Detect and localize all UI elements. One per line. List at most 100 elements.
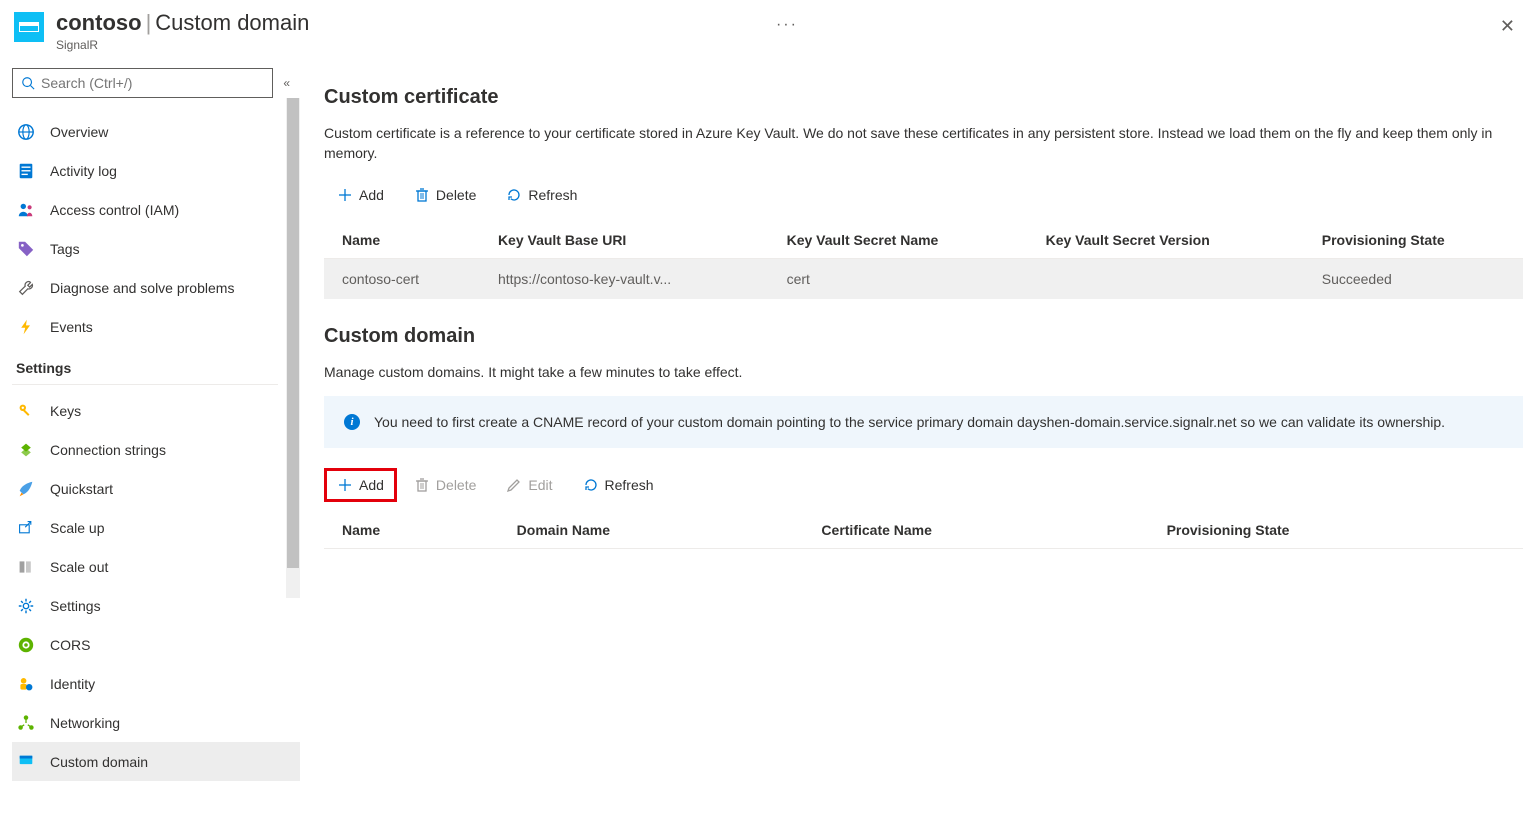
col-domain[interactable]: Domain Name xyxy=(499,512,804,549)
domain-icon xyxy=(16,752,36,772)
nav-label: Diagnose and solve problems xyxy=(50,280,234,296)
scale-up-icon xyxy=(16,518,36,538)
search-input[interactable] xyxy=(41,75,264,91)
domain-edit-button: Edit xyxy=(493,468,565,502)
cert-add-button[interactable]: Add xyxy=(324,178,397,212)
search-box[interactable] xyxy=(12,68,273,98)
nav-section-settings: Settings xyxy=(12,346,278,385)
btn-label: Refresh xyxy=(605,477,654,493)
identity-icon xyxy=(16,674,36,694)
nav-label: Scale out xyxy=(50,559,108,575)
nav-custom-domain[interactable]: Custom domain xyxy=(12,742,300,781)
more-button[interactable]: ··· xyxy=(776,16,798,34)
search-icon xyxy=(21,76,35,90)
nav-scale-out[interactable]: Scale out xyxy=(12,547,300,586)
gear-icon xyxy=(16,596,36,616)
nav-label: Settings xyxy=(50,598,101,614)
network-icon xyxy=(16,713,36,733)
resource-name: contoso xyxy=(56,10,142,35)
nav-networking[interactable]: Networking xyxy=(12,703,300,742)
nav-cors[interactable]: CORS xyxy=(12,625,300,664)
nav-keys[interactable]: Keys xyxy=(12,391,300,430)
scale-out-icon xyxy=(16,557,36,577)
nav-overview[interactable]: Overview xyxy=(12,112,300,151)
trash-icon xyxy=(414,477,430,493)
col-uri[interactable]: Key Vault Base URI xyxy=(480,222,769,259)
people-icon xyxy=(16,200,36,220)
key-icon xyxy=(16,401,36,421)
plus-icon xyxy=(337,477,353,493)
nav-scale-up[interactable]: Scale up xyxy=(12,508,300,547)
info-banner: i You need to first create a CNAME recor… xyxy=(324,396,1523,448)
nav-label: CORS xyxy=(50,637,90,653)
col-cert[interactable]: Certificate Name xyxy=(803,512,1148,549)
cell-version xyxy=(1028,258,1304,299)
col-state[interactable]: Provisioning State xyxy=(1304,222,1523,259)
nav-activity-log[interactable]: Activity log xyxy=(12,151,300,190)
domain-section: Custom domain Manage custom domains. It … xyxy=(324,325,1523,550)
cell-secret: cert xyxy=(769,258,1028,299)
col-state[interactable]: Provisioning State xyxy=(1149,512,1523,549)
page-subtitle: Custom domain xyxy=(155,10,309,35)
nav-events[interactable]: Events xyxy=(12,307,300,346)
certificate-section: Custom certificate Custom certificate is… xyxy=(324,86,1523,299)
page-header: contoso|Custom domain SignalR ··· ✕ xyxy=(0,0,1539,58)
globe-icon xyxy=(16,122,36,142)
nav-label: Access control (IAM) xyxy=(50,202,179,218)
nav-label: Quickstart xyxy=(50,481,113,497)
nav-label: Identity xyxy=(50,676,95,692)
main-content: Custom certificate Custom certificate is… xyxy=(300,58,1539,816)
cell-name: contoso-cert xyxy=(324,258,480,299)
connection-icon xyxy=(16,440,36,460)
domain-add-button[interactable]: Add xyxy=(324,468,397,502)
domain-toolbar: Add Delete Edit Refresh xyxy=(324,468,1523,502)
log-icon xyxy=(16,161,36,181)
nav-settings[interactable]: Settings xyxy=(12,586,300,625)
sidebar: « Overview Activity log Access control (… xyxy=(0,58,300,816)
plus-icon xyxy=(337,187,353,203)
info-icon: i xyxy=(344,414,360,430)
collapse-sidebar-button[interactable]: « xyxy=(283,76,290,90)
cert-delete-button[interactable]: Delete xyxy=(401,178,489,212)
page-title: contoso|Custom domain xyxy=(56,10,748,36)
pencil-icon xyxy=(506,477,522,493)
sidebar-scrollbar[interactable] xyxy=(286,98,300,598)
domain-delete-button: Delete xyxy=(401,468,489,502)
wrench-icon xyxy=(16,278,36,298)
domain-section-desc: Manage custom domains. It might take a f… xyxy=(324,362,1523,382)
tag-icon xyxy=(16,239,36,259)
nav-list: Overview Activity log Access control (IA… xyxy=(12,112,300,781)
nav-access-control[interactable]: Access control (IAM) xyxy=(12,190,300,229)
domain-section-title: Custom domain xyxy=(324,325,1523,348)
col-name[interactable]: Name xyxy=(324,512,499,549)
nav-label: Custom domain xyxy=(50,754,148,770)
service-type: SignalR xyxy=(56,38,748,52)
col-secret[interactable]: Key Vault Secret Name xyxy=(769,222,1028,259)
cert-table: Name Key Vault Base URI Key Vault Secret… xyxy=(324,222,1523,299)
cors-icon xyxy=(16,635,36,655)
refresh-icon xyxy=(506,187,522,203)
nav-label: Scale up xyxy=(50,520,104,536)
nav-identity[interactable]: Identity xyxy=(12,664,300,703)
refresh-icon xyxy=(583,477,599,493)
btn-label: Delete xyxy=(436,477,476,493)
nav-label: Overview xyxy=(50,124,108,140)
domain-refresh-button[interactable]: Refresh xyxy=(570,468,667,502)
table-row[interactable]: contoso-cert https://contoso-key-vault.v… xyxy=(324,258,1523,299)
nav-label: Events xyxy=(50,319,93,335)
col-version[interactable]: Key Vault Secret Version xyxy=(1028,222,1304,259)
nav-label: Keys xyxy=(50,403,81,419)
nav-connection-strings[interactable]: Connection strings xyxy=(12,430,300,469)
col-name[interactable]: Name xyxy=(324,222,480,259)
rocket-icon xyxy=(16,479,36,499)
btn-label: Delete xyxy=(436,187,476,203)
nav-quickstart[interactable]: Quickstart xyxy=(12,469,300,508)
nav-tags[interactable]: Tags xyxy=(12,229,300,268)
cell-uri: https://contoso-key-vault.v... xyxy=(480,258,769,299)
nav-diagnose[interactable]: Diagnose and solve problems xyxy=(12,268,300,307)
btn-label: Edit xyxy=(528,477,552,493)
cert-toolbar: Add Delete Refresh xyxy=(324,178,1523,212)
close-button[interactable]: ✕ xyxy=(1490,10,1525,43)
cert-refresh-button[interactable]: Refresh xyxy=(493,178,590,212)
cell-state: Succeeded xyxy=(1304,258,1523,299)
